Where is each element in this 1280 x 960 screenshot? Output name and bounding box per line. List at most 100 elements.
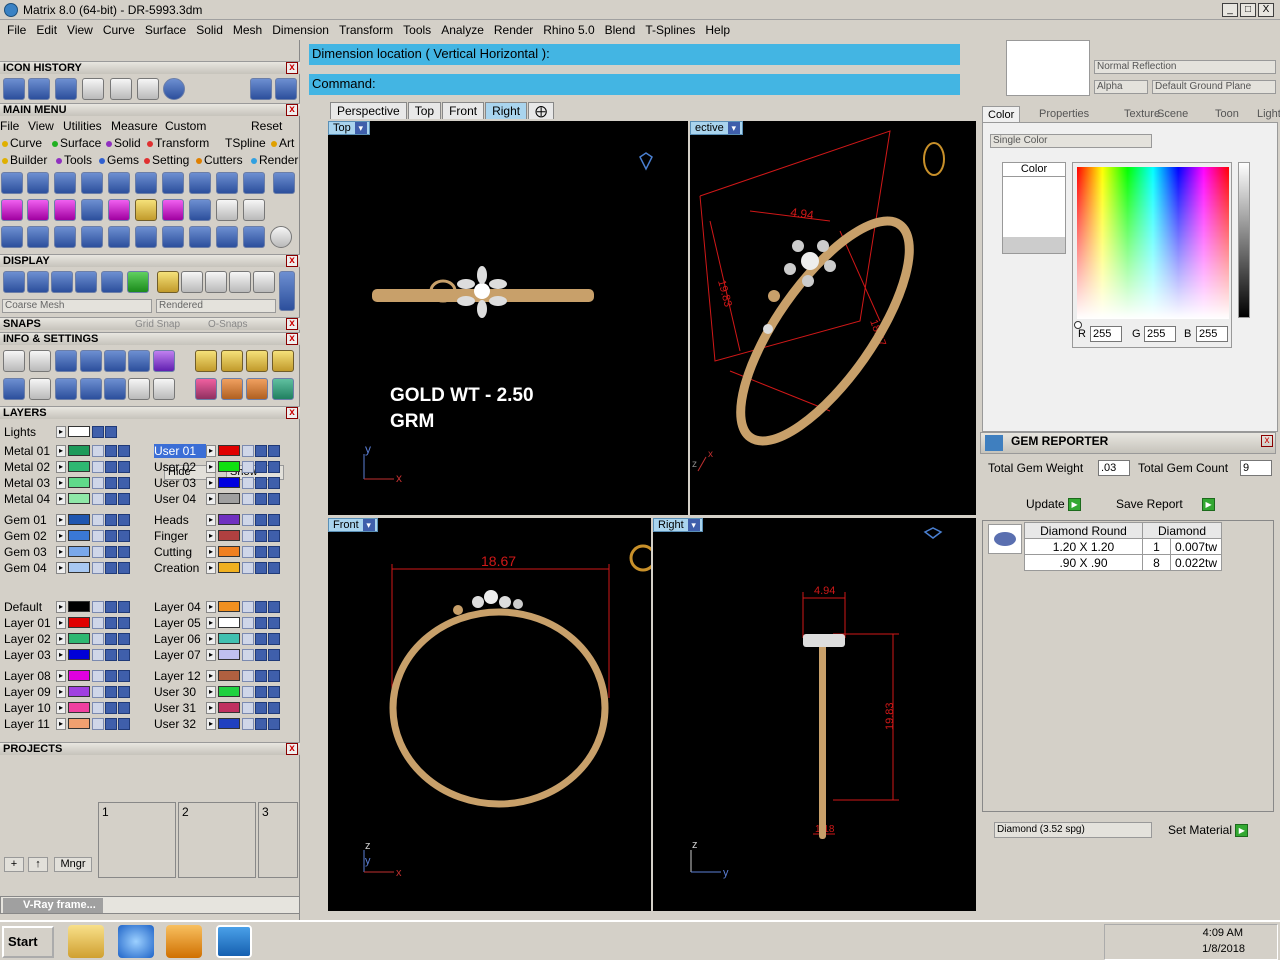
visibility-icon[interactable]	[255, 460, 267, 473]
menu-tools[interactable]: Tools	[398, 23, 436, 37]
mm-setting[interactable]: Setting	[144, 153, 189, 167]
layer-row[interactable]: Layer 11 ▸	[4, 716, 131, 731]
lock-icon[interactable]	[92, 685, 104, 698]
layer-row[interactable]: Gem 01 ▸	[4, 512, 131, 527]
visibility-icon[interactable]	[105, 561, 117, 574]
viewport-perspective[interactable]: 4.94 19.83 18.67 z x ective	[690, 121, 976, 515]
viewport-perspective-label[interactable]: ective	[690, 121, 743, 135]
scatter-points-icon[interactable]	[128, 378, 150, 400]
layer-row[interactable]: Gem 04 ▸	[4, 560, 131, 575]
lock-icon[interactable]	[92, 632, 104, 645]
lock-icon[interactable]	[242, 561, 254, 574]
layer-row[interactable]: Metal 02 ▸	[4, 459, 131, 474]
expand-icon[interactable]: ▸	[206, 529, 216, 542]
expand-icon[interactable]: ▸	[206, 600, 216, 613]
lock-icon[interactable]	[242, 648, 254, 661]
layer-color-swatch[interactable]	[68, 718, 90, 729]
menu-solid[interactable]: Solid	[191, 23, 228, 37]
minus-tool-icon[interactable]	[54, 199, 76, 221]
close-icon[interactable]: x	[286, 333, 298, 345]
open-folder-icon[interactable]	[137, 78, 159, 100]
layer-row[interactable]: Layer 08 ▸	[4, 668, 131, 683]
folder-icon[interactable]	[68, 925, 104, 958]
tab-front[interactable]: Front	[442, 102, 485, 119]
lock-icon[interactable]	[242, 600, 254, 613]
arc-tool-icon[interactable]	[81, 199, 103, 221]
viewport-right[interactable]: 4.94 19.83 1.18 z y Right	[653, 518, 976, 911]
grid-display-icon[interactable]	[3, 271, 25, 293]
lock-icon[interactable]	[242, 444, 254, 457]
project-slot-2[interactable]: 2	[178, 802, 256, 878]
close-button[interactable]: X	[1258, 2, 1274, 17]
lock-icon[interactable]	[242, 701, 254, 714]
render-toggle-icon[interactable]	[118, 513, 130, 526]
mm-builder[interactable]: Builder	[2, 153, 47, 167]
r-value-input[interactable]: 255	[1090, 326, 1122, 342]
render-toggle-icon[interactable]	[268, 513, 280, 526]
visibility-icon[interactable]	[105, 616, 117, 629]
lock-icon[interactable]	[92, 529, 104, 542]
close-icon[interactable]: x	[286, 743, 298, 755]
render-toggle-icon[interactable]	[118, 561, 130, 574]
cup-tool-icon[interactable]	[243, 172, 265, 194]
up-project-button[interactable]: ↑	[28, 857, 48, 872]
visibility-icon[interactable]	[105, 476, 117, 489]
visibility-icon[interactable]	[105, 701, 117, 714]
visibility-icon[interactable]	[105, 529, 117, 542]
layer-row[interactable]: Layer 04 ▸	[154, 599, 281, 614]
column-view-icon[interactable]	[80, 378, 102, 400]
mirror-tool-icon[interactable]	[189, 226, 211, 248]
expand-icon[interactable]: ▸	[56, 460, 66, 473]
tab-toon[interactable]: Toon	[1210, 106, 1244, 122]
cone-tool-icon[interactable]	[28, 78, 50, 100]
mm-custom[interactable]: Custom	[165, 119, 206, 133]
scale-tool-icon[interactable]	[135, 226, 157, 248]
freeform-curve-icon[interactable]	[27, 172, 49, 194]
render-toggle-icon[interactable]	[268, 685, 280, 698]
lock-icon[interactable]	[92, 648, 104, 661]
layer-row[interactable]: Gem 02 ▸	[4, 528, 131, 543]
swatch-buttons[interactable]	[1003, 237, 1065, 253]
visibility-icon[interactable]	[255, 669, 267, 682]
o-snap-toggle[interactable]: O-Snaps	[208, 318, 247, 331]
layer-color-swatch[interactable]	[218, 702, 240, 713]
explode-tool-icon[interactable]	[162, 226, 184, 248]
menu-surface[interactable]: Surface	[140, 23, 191, 37]
visibility-icon[interactable]	[255, 701, 267, 714]
expand-icon[interactable]: ▸	[56, 444, 66, 457]
layer-row[interactable]: Finger ▸	[154, 528, 281, 543]
project-slot-3[interactable]: 3	[258, 802, 298, 878]
forward-arrow-icon[interactable]	[275, 78, 297, 100]
expand-icon[interactable]: ▸	[56, 476, 66, 489]
update-button[interactable]: Update ▶	[1022, 496, 1092, 514]
close-icon[interactable]: x	[1261, 435, 1273, 447]
layer-color-swatch[interactable]	[218, 601, 240, 612]
lock-icon[interactable]	[92, 616, 104, 629]
render-toggle-icon[interactable]	[118, 701, 130, 714]
visibility-icon[interactable]	[255, 648, 267, 661]
expand-icon[interactable]: ▸	[206, 545, 216, 558]
layer-color-swatch[interactable]	[218, 445, 240, 456]
transform-orange-icon[interactable]	[221, 378, 243, 400]
menu-transform[interactable]: Transform	[334, 23, 398, 37]
tab-color[interactable]: Color	[982, 106, 1021, 122]
expand-icon[interactable]: ▸	[56, 717, 66, 730]
lock-icon[interactable]	[92, 460, 104, 473]
layer-color-swatch[interactable]	[218, 493, 240, 504]
layer-row[interactable]: User 31 ▸	[154, 700, 281, 715]
visibility-icon[interactable]	[105, 600, 117, 613]
layer-color-swatch[interactable]	[218, 514, 240, 525]
report-icon[interactable]	[153, 378, 175, 400]
visibility-icon[interactable]	[105, 648, 117, 661]
save-icon[interactable]	[82, 78, 104, 100]
visibility-icon[interactable]	[105, 632, 117, 645]
layer-color-swatch[interactable]	[68, 617, 90, 628]
render-toggle-icon[interactable]	[118, 460, 130, 473]
layer-row[interactable]: User 02 ▸	[154, 459, 281, 474]
circle-outline-icon[interactable]	[270, 226, 292, 248]
viewport-top-label[interactable]: Top	[328, 121, 370, 135]
expand-icon[interactable]: ▸	[206, 444, 216, 457]
layer-color-swatch[interactable]	[218, 546, 240, 557]
loft-tool-icon[interactable]	[81, 172, 103, 194]
mm-tspline[interactable]: TSpline	[225, 136, 266, 150]
